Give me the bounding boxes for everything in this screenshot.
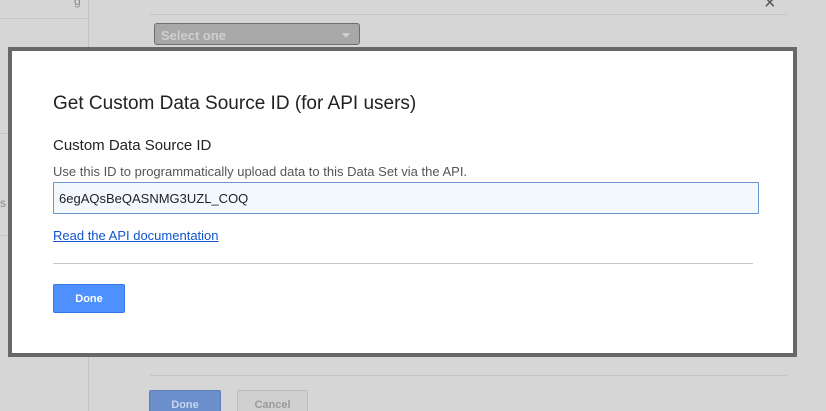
chevron-down-icon [342,33,350,38]
background-sidebar-text-fragment: g [74,0,81,8]
page: g s × Select one Done Cancel Get Custom … [0,0,826,411]
background-divider [150,14,787,15]
background-select-dropdown: Select one [154,23,360,45]
dialog-title: Get Custom Data Source ID (for API users… [53,93,417,114]
background-divider [150,375,787,376]
custom-data-source-id-field[interactable] [53,182,759,214]
background-sidebar-divider [0,18,88,19]
done-button[interactable]: Done [53,284,125,313]
background-select-placeholder: Select one [161,28,227,43]
custom-data-source-id-dialog: Get Custom Data Source ID (for API users… [8,47,797,357]
api-documentation-link[interactable]: Read the API documentation [53,228,219,243]
background-done-button: Done [149,390,221,411]
custom-data-source-id-label: Custom Data Source ID [53,137,212,154]
background-close-icon: × [764,0,776,14]
custom-data-source-id-help-text: Use this ID to programmatically upload d… [53,164,468,179]
dialog-divider [53,263,753,264]
background-cancel-button: Cancel [237,390,308,411]
background-sidebar-text-fragment: s [0,196,6,210]
